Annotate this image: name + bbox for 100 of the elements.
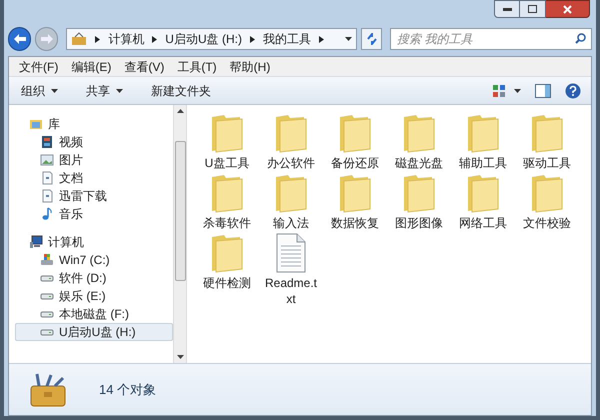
text-file-icon — [276, 233, 306, 273]
folder-icon — [210, 113, 244, 153]
nav-item[interactable]: U启动U盘 (H:) — [15, 323, 173, 341]
chevron-icon — [95, 36, 100, 42]
menu-item[interactable]: 查看(V) — [124, 58, 164, 76]
chevron-icon — [250, 36, 255, 42]
file-item[interactable]: 硬件检测 — [195, 233, 259, 307]
folder-icon — [274, 113, 308, 153]
nav-label: 库 — [48, 116, 60, 133]
file-item[interactable]: 网络工具 — [451, 173, 515, 231]
folder-icon — [338, 173, 372, 213]
nav-item[interactable]: 软件 (D:) — [15, 269, 173, 287]
nav-label: 文档 — [59, 170, 83, 187]
file-item[interactable]: 输入法 — [259, 173, 323, 231]
back-button[interactable] — [8, 27, 32, 51]
chevron-icon — [152, 36, 158, 42]
nav-label: 图片 — [59, 152, 83, 169]
nav-item[interactable]: 迅雷下载 — [15, 187, 173, 205]
document-icon — [40, 171, 54, 185]
folder-icon — [466, 173, 500, 213]
nav-item[interactable]: 娱乐 (E:) — [15, 287, 173, 305]
help-button[interactable] — [565, 82, 581, 98]
preview-pane-button[interactable] — [535, 84, 551, 98]
menu-item[interactable]: 帮助(H) — [230, 58, 270, 76]
nav-group[interactable]: 库 — [15, 115, 173, 133]
toolbar-button[interactable]: 组织 — [19, 82, 60, 100]
file-item[interactable]: 磁盘光盘 — [387, 113, 451, 171]
file-name: 办公软件 — [266, 155, 316, 171]
file-name: 辅助工具 — [458, 155, 508, 171]
caret-icon — [344, 37, 352, 41]
nav-item[interactable]: 音乐 — [15, 205, 173, 223]
folder-icon — [29, 117, 43, 131]
file-item[interactable]: 驱动工具 — [515, 113, 579, 171]
nav-item[interactable]: 本地磁盘 (F:) — [15, 305, 173, 323]
minimize-button[interactable] — [494, 0, 520, 18]
arrow-right-icon — [40, 34, 53, 44]
refresh-button[interactable] — [360, 28, 382, 50]
file-item[interactable]: 办公软件 — [259, 113, 323, 171]
close-button[interactable] — [546, 0, 590, 18]
file-item[interactable]: 杀毒软件 — [195, 173, 259, 231]
nav-item[interactable]: 图片 — [15, 151, 173, 169]
music-note-icon — [40, 207, 54, 221]
file-item[interactable]: 图形图像 — [387, 173, 451, 231]
caret-icon — [116, 88, 123, 92]
address-bar[interactable]: 计算机 U启动U盘 (H:) 我的工具 — [66, 28, 357, 50]
drive-icon — [40, 253, 54, 267]
nav-label: 音乐 — [59, 206, 83, 223]
view-options-button[interactable] — [492, 84, 521, 98]
minimize-icon — [502, 8, 512, 10]
menu-item[interactable]: 文件(F) — [19, 58, 58, 76]
file-name: 输入法 — [272, 215, 310, 231]
nav-label: 迅雷下载 — [59, 188, 107, 205]
breadcrumb-link[interactable]: 计算机 — [108, 30, 144, 48]
file-name: 网络工具 — [458, 215, 508, 231]
file-item[interactable]: 备份还原 — [323, 113, 387, 171]
folder-icon — [530, 113, 564, 153]
refresh-arrows-icon — [366, 33, 378, 45]
scrollbar[interactable] — [173, 105, 187, 363]
nav-group[interactable]: 计算机 — [15, 233, 173, 251]
file-name: 文件校验 — [522, 215, 572, 231]
file-item[interactable]: U盘工具 — [195, 113, 259, 171]
file-name: 驱动工具 — [522, 155, 572, 171]
breadcrumb-link[interactable]: U启动U盘 (H:) — [165, 30, 242, 48]
computer-icon — [29, 235, 43, 249]
nav-item[interactable]: 视频 — [15, 133, 173, 151]
nav-item[interactable]: 文档 — [15, 169, 173, 187]
picture-icon — [40, 153, 54, 167]
scroll-thumb[interactable] — [174, 141, 186, 281]
toolbar-button[interactable]: 共享 — [84, 82, 125, 100]
scroll-down-icon — [176, 355, 184, 359]
file-name: Readme.txt — [264, 275, 318, 307]
folder-icon — [210, 173, 244, 213]
help-icon — [565, 82, 581, 98]
search-field[interactable]: 搜索 我的工具 — [390, 28, 592, 50]
file-item[interactable]: 数据恢复 — [323, 173, 387, 231]
nav-item[interactable]: Win7 (C:) — [15, 251, 173, 269]
toolbox-icon — [29, 372, 67, 408]
toolbar-button[interactable]: 新建文件夹 — [149, 82, 213, 100]
folder-icon — [338, 113, 372, 153]
view-grid-icon — [492, 84, 506, 98]
toolbox-icon — [71, 32, 88, 46]
folder-icon — [402, 173, 436, 213]
maximize-button[interactable] — [520, 0, 546, 18]
nav-label: U启动U盘 (H:) — [59, 324, 136, 341]
file-name: 备份还原 — [330, 155, 380, 171]
file-item[interactable]: 辅助工具 — [451, 113, 515, 171]
file-item[interactable]: 文件校验 — [515, 173, 579, 231]
file-name: 数据恢复 — [330, 215, 380, 231]
file-name: 杀毒软件 — [202, 215, 252, 231]
pane-icon — [535, 84, 551, 98]
item-count: 14 个对象 — [99, 381, 156, 399]
menu-item[interactable]: 工具(T) — [177, 58, 217, 76]
file-name: 图形图像 — [394, 215, 444, 231]
close-icon — [563, 4, 572, 14]
folder-icon — [402, 113, 436, 153]
file-item[interactable]: Readme.txt — [259, 233, 323, 307]
breadcrumb-link[interactable]: 我的工具 — [262, 30, 311, 48]
chevron-icon — [318, 36, 324, 42]
file-name: 磁盘光盘 — [394, 155, 444, 171]
menu-item[interactable]: 编辑(E) — [71, 58, 112, 76]
